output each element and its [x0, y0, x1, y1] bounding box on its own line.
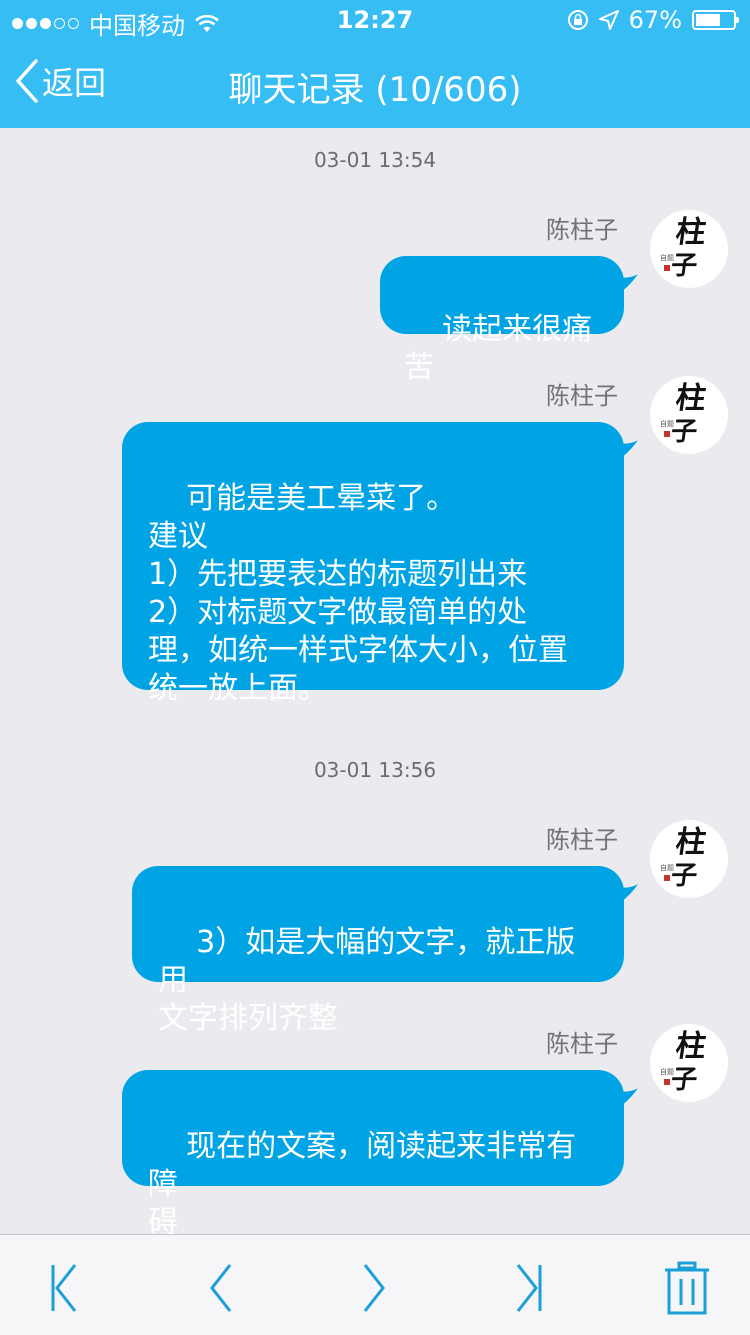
bubble-tail: [614, 440, 638, 462]
battery-percent: 67%: [628, 6, 682, 34]
location-arrow-icon: [598, 10, 619, 30]
message-text: 读起来很痛苦: [404, 312, 593, 385]
message-bubble[interactable]: 现在的文案，阅读起来非常有障 碍: [122, 1070, 638, 1240]
message-bubble[interactable]: 读起来很痛苦: [380, 256, 638, 385]
message-bubble[interactable]: 可能是美工晕菜了。 建议 1）先把要表达的标题列出来 2）对标题文字做最简单的处…: [122, 422, 638, 706]
avatar-image: 柱子自题: [660, 825, 708, 891]
sender-name: 陈柱子: [546, 1030, 618, 1058]
avatar[interactable]: 柱子自题: [650, 210, 728, 288]
avatar-image: 柱子自题: [660, 1029, 708, 1095]
last-page-icon: [516, 1264, 542, 1312]
svg-text:自题: 自题: [660, 1067, 674, 1076]
sender-name: 陈柱子: [546, 826, 618, 854]
chat-history[interactable]: 03-01 13:54 陈柱子 柱子自题 读起来很痛苦 陈柱子 柱子自题 可能是…: [0, 128, 750, 1240]
avatar[interactable]: 柱子自题: [650, 376, 728, 454]
message-bubble[interactable]: 3）如是大幅的文字，就正版用 文字排列齐整: [132, 866, 638, 1036]
bubble-tail: [614, 1088, 638, 1110]
avatar[interactable]: 柱子自题: [650, 820, 728, 898]
status-bar: 中国移动 12:27 67%: [0, 0, 750, 40]
avatar-image: 柱子自题: [660, 215, 708, 281]
previous-page-button[interactable]: [190, 1261, 250, 1315]
message-text: 3）如是大幅的文字，就正版用 文字排列齐整: [158, 925, 576, 1036]
svg-text:自题: 自题: [660, 863, 674, 872]
avatar[interactable]: 柱子自题: [650, 1024, 728, 1102]
svg-text:柱: 柱: [673, 215, 708, 250]
orientation-lock-icon: [567, 10, 588, 30]
bubble-tail: [614, 884, 638, 906]
message-timestamp: 03-01 13:56: [313, 758, 437, 782]
history-toolbar: [0, 1234, 750, 1335]
delete-button[interactable]: [657, 1261, 717, 1315]
first-page-icon: [51, 1264, 77, 1312]
svg-text:自题: 自题: [660, 419, 674, 428]
message-text: 现在的文案，阅读起来非常有障 碍: [148, 1129, 577, 1240]
navigation-bar: 返回 聊天记录 (10/606): [0, 40, 750, 128]
first-page-button[interactable]: [33, 1261, 93, 1315]
page-title: 聊天记录 (10/606): [228, 70, 522, 110]
svg-text:柱: 柱: [673, 1029, 708, 1064]
previous-page-icon: [210, 1264, 232, 1312]
status-indicators: 67%: [567, 6, 739, 34]
next-page-button[interactable]: [345, 1261, 405, 1315]
svg-text:自题: 自题: [660, 253, 674, 262]
bubble-tail: [614, 274, 638, 296]
next-page-icon: [363, 1264, 385, 1312]
trash-icon: [665, 1261, 709, 1315]
sender-name: 陈柱子: [546, 382, 618, 410]
svg-text:柱: 柱: [673, 381, 708, 416]
avatar-image: 柱子自题: [660, 381, 708, 447]
battery-icon: [692, 10, 739, 30]
message-timestamp: 03-01 13:54: [313, 148, 437, 172]
sender-name: 陈柱子: [546, 216, 618, 244]
last-page-button[interactable]: [500, 1261, 560, 1315]
message-text: 可能是美工晕菜了。 建议 1）先把要表达的标题列出来 2）对标题文字做最简单的处…: [148, 481, 568, 706]
svg-text:柱: 柱: [673, 825, 708, 860]
